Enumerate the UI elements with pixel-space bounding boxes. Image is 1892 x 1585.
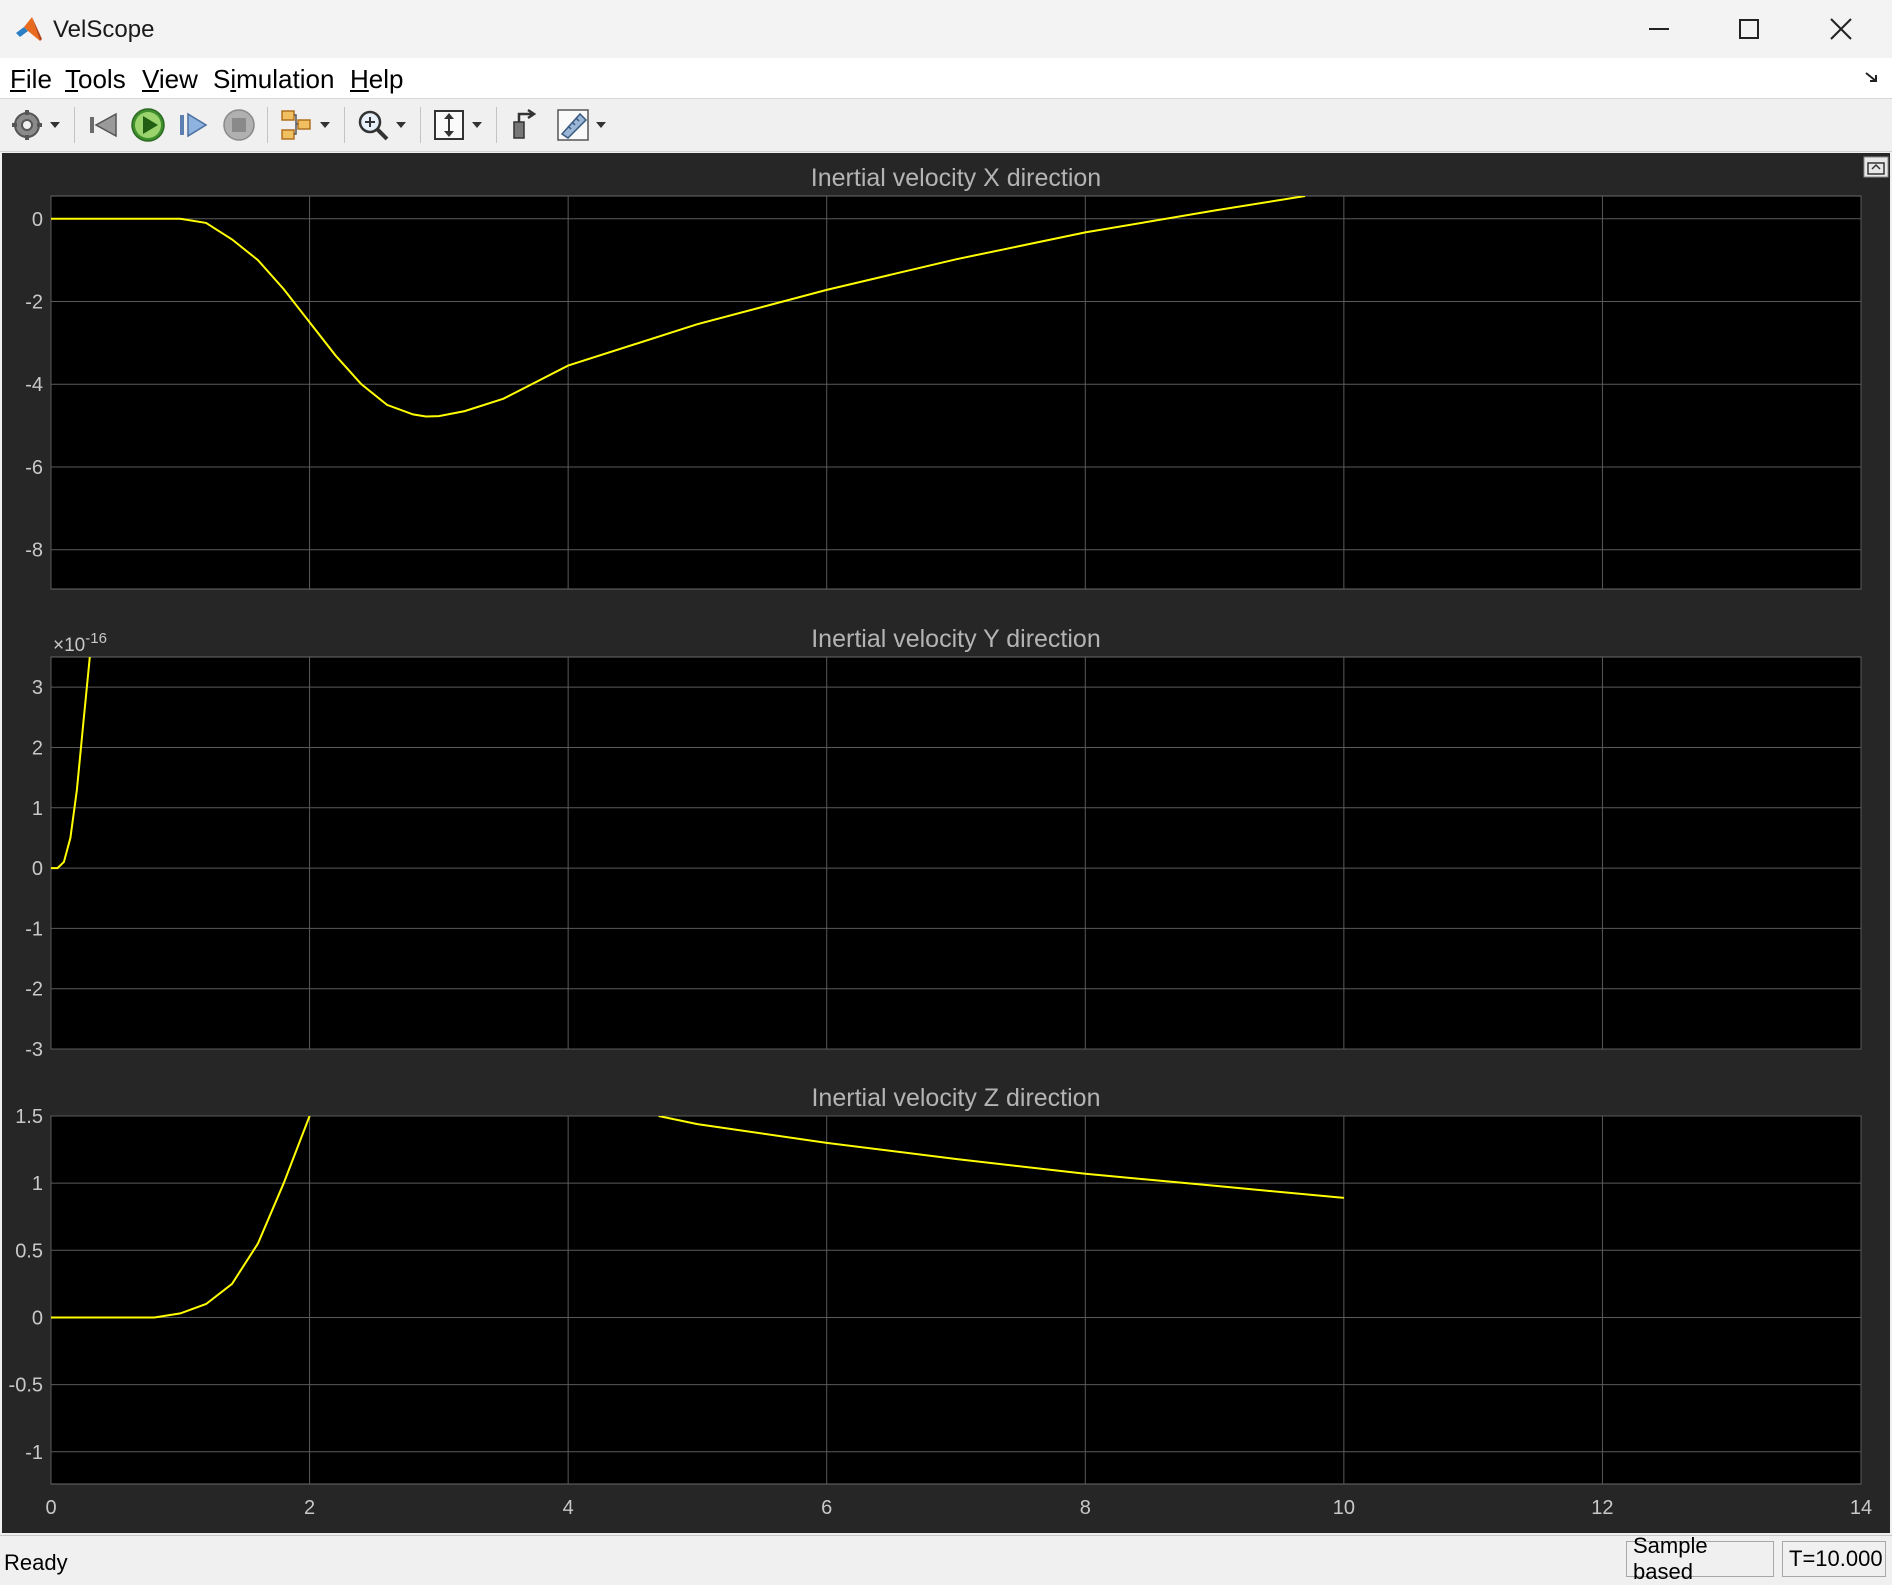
y-tick-label: -6 [25, 457, 43, 479]
y-tick-label: 1 [32, 798, 43, 820]
undock-icon[interactable] [1864, 70, 1880, 86]
menu-view[interactable]: View [142, 64, 198, 95]
minimize-icon [1649, 28, 1669, 30]
x-tick-label: 12 [1591, 1497, 1613, 1519]
y-tick-label: 0 [32, 209, 43, 231]
close-icon [1830, 18, 1852, 40]
x-tick-label: 2 [304, 1497, 315, 1519]
undock-panel-icon[interactable] [1863, 156, 1889, 178]
step-forward-icon [180, 112, 208, 138]
simulation-time: T=10.000 [1782, 1541, 1886, 1577]
scope-display: 0 -2 -4 -6 -8 Inertial velocity X direction 3 2… [2, 153, 1890, 1533]
plot-area[interactable] [50, 1115, 1862, 1485]
window-title: VelScope [53, 16, 155, 43]
scope-plots: 0 -2 -4 -6 -8 Inertial velocity X direction 3 2… [9, 156, 1889, 1519]
y-tick-label: 1.5 [15, 1106, 43, 1128]
exponent-label: ×10-16 [53, 630, 107, 656]
y-tick-label: -3 [25, 1039, 43, 1061]
highlight-block-icon [513, 108, 537, 139]
zoom-button[interactable] [356, 107, 406, 143]
axes-1[interactable]: 0 -2 -4 -6 -8 Inertial velocity X direction [25, 164, 1862, 590]
axes-title: Inertial velocity Y direction [811, 625, 1101, 653]
status-text: Ready [4, 1550, 68, 1575]
y-tick-label: 3 [32, 677, 43, 699]
y-tick-label: 0 [32, 1307, 43, 1329]
y-tick-label: -1 [25, 1442, 43, 1464]
chevron-down-icon[interactable] [596, 122, 606, 128]
toolbar-separator [267, 107, 268, 143]
run-icon [131, 108, 165, 142]
maximize-button[interactable] [1704, 0, 1794, 58]
x-tick-label: 10 [1333, 1497, 1355, 1519]
x-tick-label: 8 [1080, 1497, 1091, 1519]
menu-file[interactable]: File [10, 64, 52, 95]
toolbar-separator [74, 107, 75, 143]
status-bar: Ready Sample based T=10.000 [0, 1533, 1892, 1585]
x-tick-label: 14 [1850, 1497, 1872, 1519]
x-tick-label: 6 [821, 1497, 832, 1519]
y-tick-label: 0.5 [15, 1240, 43, 1262]
stop-icon [223, 109, 255, 141]
x-tick-label: 0 [45, 1497, 56, 1519]
plot-area[interactable] [50, 656, 1862, 1050]
toolbar [0, 99, 1892, 152]
autoscale-icon [434, 110, 464, 140]
axes-title: Inertial velocity X direction [811, 164, 1101, 192]
run-button[interactable] [130, 107, 166, 143]
axes-2[interactable]: 3 2 1 0 -1 -2 -3 Inertial velocity Y direction ×… [25, 625, 1862, 1061]
axes-title: Inertial velocity Z direction [811, 1084, 1100, 1112]
minimize-button[interactable] [1614, 0, 1704, 58]
y-tick-label: -2 [25, 291, 43, 313]
toolbar-separator [496, 107, 497, 143]
chevron-down-icon[interactable] [320, 122, 330, 128]
matlab-logo-icon [16, 17, 42, 41]
y-tick-label: 1 [32, 1173, 43, 1195]
chevron-down-icon[interactable] [50, 122, 60, 128]
menu-tools[interactable]: Tools [65, 64, 126, 95]
y-tick-label: -0.5 [9, 1375, 43, 1397]
maximize-icon [1739, 19, 1759, 39]
autoscale-button[interactable] [432, 107, 482, 143]
chevron-down-icon[interactable] [472, 122, 482, 128]
x-tick-label: 4 [563, 1497, 574, 1519]
y-tick-label: -1 [25, 918, 43, 940]
y-tick-label: -2 [25, 979, 43, 1001]
y-tick-label: 0 [32, 858, 43, 880]
menu-bar: File Tools View Simulation Help [0, 58, 1892, 99]
signal-select-button[interactable] [278, 107, 330, 143]
highlight-block-button[interactable] [508, 107, 542, 143]
toolbar-separator [420, 107, 421, 143]
signal-select-icon [281, 110, 311, 140]
y-tick-label: 2 [32, 737, 43, 759]
stop-button[interactable] [222, 107, 256, 143]
axes-3[interactable]: 1.5 1 0.5 0 -0.5 -1 Inertial velocity Z direct… [9, 1084, 1862, 1485]
title-bar: VelScope [0, 0, 1892, 59]
close-button[interactable] [1796, 0, 1886, 58]
menu-simulation[interactable]: Simulation [213, 64, 334, 95]
step-back-icon [90, 112, 117, 138]
sample-mode-indicator: Sample based [1626, 1533, 1774, 1584]
step-back-button[interactable] [86, 107, 120, 143]
measurements-button[interactable] [556, 107, 606, 143]
y-tick-label: -4 [25, 374, 43, 396]
chevron-down-icon[interactable] [396, 122, 406, 128]
toolbar-separator [344, 107, 345, 143]
configuration-button[interactable] [10, 107, 60, 143]
measure-icon [557, 109, 589, 141]
y-tick-label: -8 [25, 540, 43, 562]
plot-area[interactable] [50, 195, 1862, 590]
gear-icon [12, 110, 42, 140]
menu-help[interactable]: Help [350, 64, 403, 95]
step-forward-button[interactable] [176, 107, 210, 143]
zoom-icon [358, 110, 389, 141]
